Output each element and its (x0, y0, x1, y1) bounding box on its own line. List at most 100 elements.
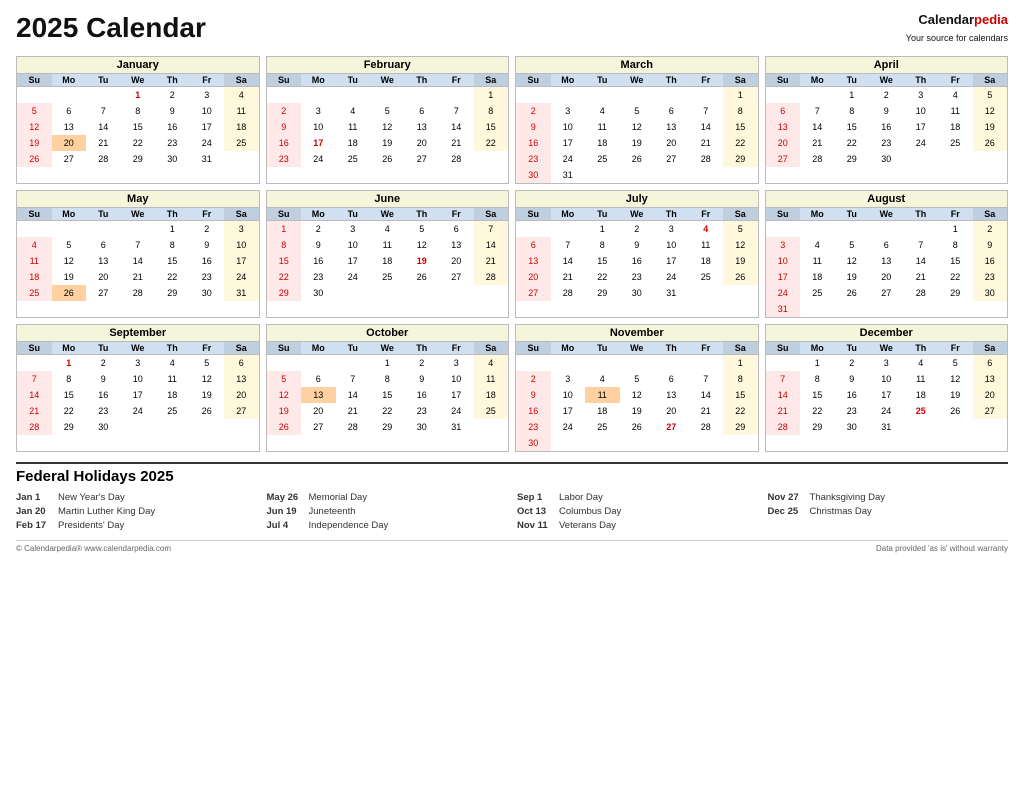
day-cell: 1 (585, 220, 620, 237)
holiday-row: Jul 4Independence Day (267, 519, 508, 533)
col-header-fr: Fr (439, 208, 474, 221)
day-cell: 22 (723, 135, 758, 151)
day-cell (121, 419, 156, 435)
day-cell: 10 (766, 253, 801, 269)
day-cell: 18 (938, 119, 973, 135)
col-header-tu: Tu (835, 208, 870, 221)
day-cell: 1 (723, 86, 758, 103)
day-cell: 13 (52, 119, 87, 135)
day-cell: 21 (904, 269, 939, 285)
day-cell (516, 354, 551, 371)
col-header-tu: Tu (336, 208, 371, 221)
day-cell: 29 (370, 419, 405, 435)
day-cell: 29 (585, 285, 620, 301)
day-cell (336, 285, 371, 301)
day-cell (86, 220, 121, 237)
day-cell (474, 285, 509, 301)
holiday-name: Columbus Day (559, 505, 621, 519)
day-cell: 16 (973, 253, 1008, 269)
day-cell: 20 (52, 135, 87, 151)
col-header-mo: Mo (52, 74, 87, 87)
day-cell: 30 (973, 285, 1008, 301)
day-cell: 7 (904, 237, 939, 253)
holiday-row: Jan 1New Year's Day (16, 491, 257, 505)
day-cell (620, 167, 655, 183)
day-cell: 28 (121, 285, 156, 301)
day-cell: 5 (190, 354, 225, 371)
day-cell: 7 (86, 103, 121, 119)
day-cell: 12 (620, 387, 655, 403)
day-cell: 30 (516, 435, 551, 451)
holidays-title: Federal Holidays 2025 (16, 468, 1008, 485)
col-header-fr: Fr (938, 342, 973, 355)
col-header-mo: Mo (52, 208, 87, 221)
day-cell: 15 (800, 387, 835, 403)
day-cell: 4 (938, 86, 973, 103)
calendar-table-march: SuMoTuWeThFrSa12345678910111213141516171… (516, 74, 758, 183)
day-cell: 18 (689, 253, 724, 269)
holiday-row: May 26Memorial Day (267, 491, 508, 505)
day-cell: 22 (723, 403, 758, 419)
col-header-th: Th (654, 208, 689, 221)
day-cell: 9 (620, 237, 655, 253)
col-header-tu: Tu (835, 74, 870, 87)
day-cell (405, 86, 440, 103)
day-cell: 13 (973, 371, 1008, 387)
day-cell: 5 (835, 237, 870, 253)
day-cell (86, 86, 121, 103)
day-cell: 4 (155, 354, 190, 371)
month-march: MarchSuMoTuWeThFrSa123456789101112131415… (515, 56, 759, 184)
col-header-th: Th (904, 208, 939, 221)
day-cell (904, 419, 939, 435)
day-cell: 27 (301, 419, 336, 435)
day-cell: 8 (800, 371, 835, 387)
day-cell: 19 (723, 253, 758, 269)
col-header-tu: Tu (86, 74, 121, 87)
day-cell: 6 (439, 220, 474, 237)
day-cell: 25 (904, 403, 939, 419)
col-header-su: Su (516, 208, 551, 221)
month-november: NovemberSuMoTuWeThFrSa123456789101112131… (515, 324, 759, 452)
day-cell: 12 (52, 253, 87, 269)
day-cell: 29 (723, 151, 758, 167)
day-cell (835, 220, 870, 237)
col-header-fr: Fr (938, 208, 973, 221)
col-header-mo: Mo (551, 342, 586, 355)
day-cell: 24 (551, 151, 586, 167)
day-cell (585, 167, 620, 183)
day-cell: 15 (474, 119, 509, 135)
holiday-column-0: Jan 1New Year's DayJan 20Martin Luther K… (16, 491, 257, 534)
day-cell: 24 (869, 403, 904, 419)
month-title-february: February (267, 57, 509, 74)
day-cell: 17 (336, 253, 371, 269)
col-header-we: We (121, 208, 156, 221)
day-cell: 9 (835, 371, 870, 387)
day-cell: 1 (474, 86, 509, 103)
day-cell: 4 (17, 237, 52, 253)
day-cell: 11 (370, 237, 405, 253)
calendar-table-july: SuMoTuWeThFrSa12345678910111213141516171… (516, 208, 758, 301)
day-cell: 24 (121, 403, 156, 419)
day-cell: 8 (155, 237, 190, 253)
day-cell: 14 (689, 387, 724, 403)
col-header-su: Su (766, 74, 801, 87)
day-cell: 21 (336, 403, 371, 419)
calendars-grid: JanuarySuMoTuWeThFrSa1234567891011121314… (16, 56, 1008, 452)
day-cell (620, 354, 655, 371)
col-header-sa: Sa (224, 74, 259, 87)
day-cell: 14 (904, 253, 939, 269)
day-cell (370, 86, 405, 103)
day-cell (973, 301, 1008, 317)
day-cell: 26 (938, 403, 973, 419)
day-cell: 2 (516, 103, 551, 119)
holiday-name: Juneteenth (309, 505, 356, 519)
day-cell: 17 (551, 403, 586, 419)
day-cell: 22 (800, 403, 835, 419)
day-cell: 6 (973, 354, 1008, 371)
day-cell: 14 (86, 119, 121, 135)
day-cell: 18 (370, 253, 405, 269)
footer: © Calendarpedia® www.calendarpedia.com D… (16, 540, 1008, 553)
day-cell: 24 (224, 269, 259, 285)
day-cell: 16 (620, 253, 655, 269)
day-cell: 16 (405, 387, 440, 403)
